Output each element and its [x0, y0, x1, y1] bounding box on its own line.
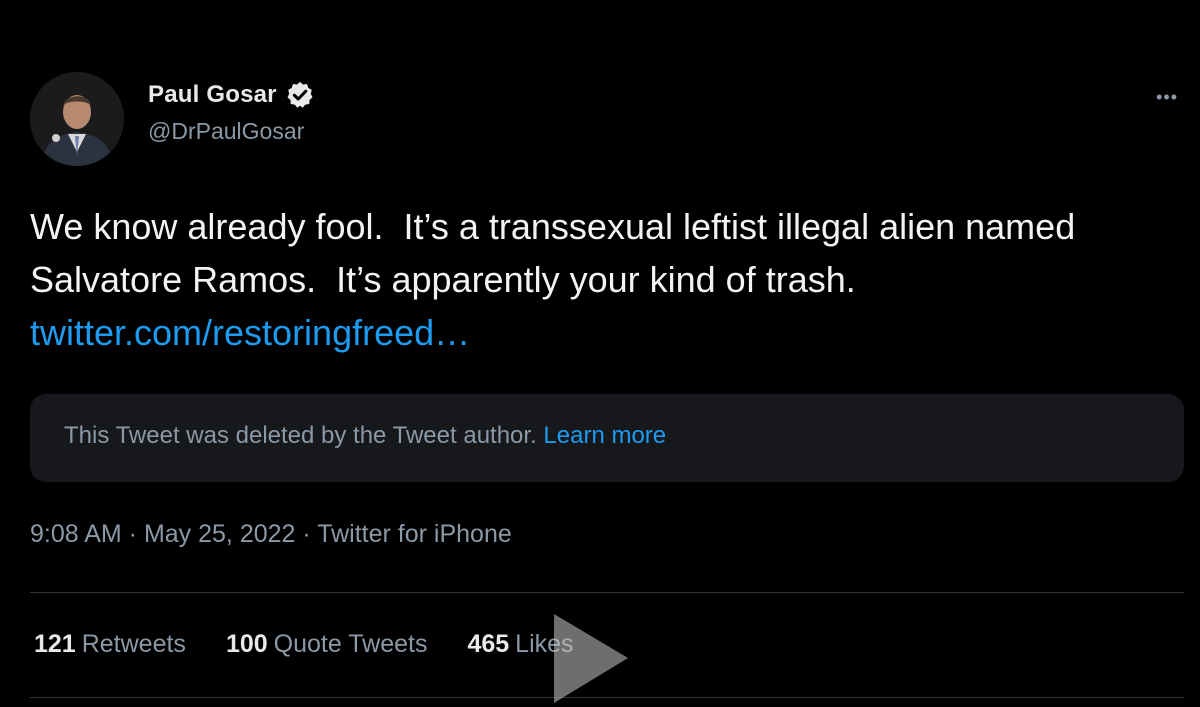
- quote-tweets-count: 100: [225, 630, 268, 658]
- learn-more-link[interactable]: Learn more: [543, 422, 666, 449]
- meta-separator: ·: [121, 520, 144, 548]
- tweet-meta: 9:08 AM · May 25, 2022 · Twitter for iPh…: [30, 520, 512, 549]
- display-name-row: Paul Gosar: [148, 78, 315, 112]
- engagement-stats: 121 Retweets 100 Quote Tweets 465 Likes: [34, 630, 574, 659]
- avatar-photo: [30, 72, 124, 166]
- quote-tweets-label: Quote Tweets: [273, 630, 428, 658]
- tweet-body: We know already fool. It’s a transsexual…: [30, 206, 1086, 300]
- verified-badge-icon: [287, 81, 313, 108]
- tweet-source[interactable]: Twitter for iPhone: [317, 520, 512, 548]
- tweet-time[interactable]: 9:08 AM: [30, 520, 122, 548]
- retweets-count: 121: [34, 630, 76, 658]
- retweets-stat[interactable]: 121 Retweets: [34, 630, 186, 659]
- tweet-link[interactable]: twitter.com/restoringfreed…: [30, 312, 470, 353]
- more-icon[interactable]: •••: [1156, 88, 1178, 106]
- quote-tweets-stat[interactable]: 100 Quote Tweets: [226, 630, 428, 659]
- retweets-label: Retweets: [81, 630, 186, 658]
- display-name[interactable]: Paul Gosar: [148, 81, 277, 109]
- tweet-date[interactable]: May 25, 2022: [144, 520, 296, 548]
- likes-count: 465: [467, 630, 510, 658]
- meta-separator: ·: [295, 520, 318, 548]
- author-info: Paul Gosar @DrPaulGosar: [148, 78, 315, 145]
- avatar[interactable]: [30, 72, 124, 166]
- deleted-quote-box: This Tweet was deleted by the Tweet auth…: [30, 394, 1184, 482]
- deleted-tweet-notice: This Tweet was deleted by the Tweet auth…: [64, 422, 537, 449]
- tweet-text: We know already fool. It’s a transsexual…: [30, 200, 1170, 359]
- author-handle[interactable]: @DrPaulGosar: [148, 118, 315, 145]
- divider: [30, 592, 1184, 593]
- play-icon[interactable]: [548, 610, 632, 707]
- tweet-card: Paul Gosar @DrPaulGosar ••• We know alre…: [0, 0, 1200, 707]
